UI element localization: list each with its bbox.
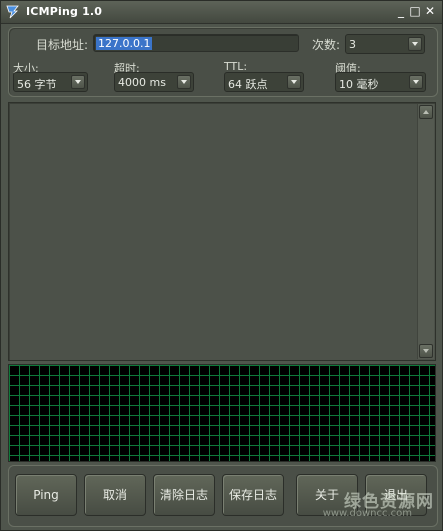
target-address-input[interactable]: 127.0.0.1 [93, 34, 299, 52]
close-button[interactable]: ✕ [424, 5, 436, 17]
count-value: 3 [349, 38, 356, 51]
log-textarea[interactable] [8, 102, 436, 361]
clear-log-button[interactable]: 清除日志 [153, 474, 215, 516]
threshold-select[interactable]: 10 毫秒 [335, 72, 426, 92]
threshold-value: 10 毫秒 [339, 78, 379, 91]
latency-graph [8, 364, 436, 462]
maximize-button[interactable]: □ [409, 5, 421, 17]
minimize-button[interactable]: _ [395, 5, 407, 17]
window-title: ICMPing 1.0 [26, 5, 103, 18]
app-window: ICMPing 1.0 _ □ ✕ 目标地址: 127.0.0.1 次数: 3 … [0, 0, 443, 531]
timeout-value: 4000 ms [118, 76, 166, 89]
chevron-down-icon[interactable] [177, 75, 191, 89]
size-select[interactable]: 56 字节 [13, 72, 88, 92]
cancel-button[interactable]: 取消 [84, 474, 146, 516]
save-log-button[interactable]: 保存日志 [222, 474, 284, 516]
app-icon [5, 4, 21, 20]
chevron-down-icon[interactable] [71, 75, 85, 89]
count-label: 次数: [312, 38, 341, 52]
ttl-select[interactable]: 64 跃点 [224, 72, 304, 92]
chevron-down-icon[interactable] [409, 75, 423, 89]
watermark-url: www.downcc.com [322, 508, 412, 519]
chevron-down-icon[interactable] [287, 75, 301, 89]
target-label: 目标地址: [36, 38, 89, 52]
scroll-down-button[interactable] [419, 344, 433, 358]
settings-panel: 目标地址: 127.0.0.1 次数: 3 大小: 56 字节 超时: 4000… [8, 27, 438, 97]
scroll-up-button[interactable] [419, 105, 433, 119]
size-value: 56 字节 [17, 78, 57, 91]
target-address-value: 127.0.0.1 [96, 37, 153, 50]
ping-button[interactable]: Ping [15, 474, 77, 516]
ttl-value: 64 跃点 [228, 78, 268, 91]
count-select[interactable]: 3 [345, 34, 425, 54]
chevron-down-icon[interactable] [408, 37, 422, 51]
timeout-select[interactable]: 4000 ms [114, 72, 194, 92]
log-scrollbar[interactable] [417, 104, 434, 359]
title-bar[interactable]: ICMPing 1.0 _ □ ✕ [1, 1, 442, 24]
